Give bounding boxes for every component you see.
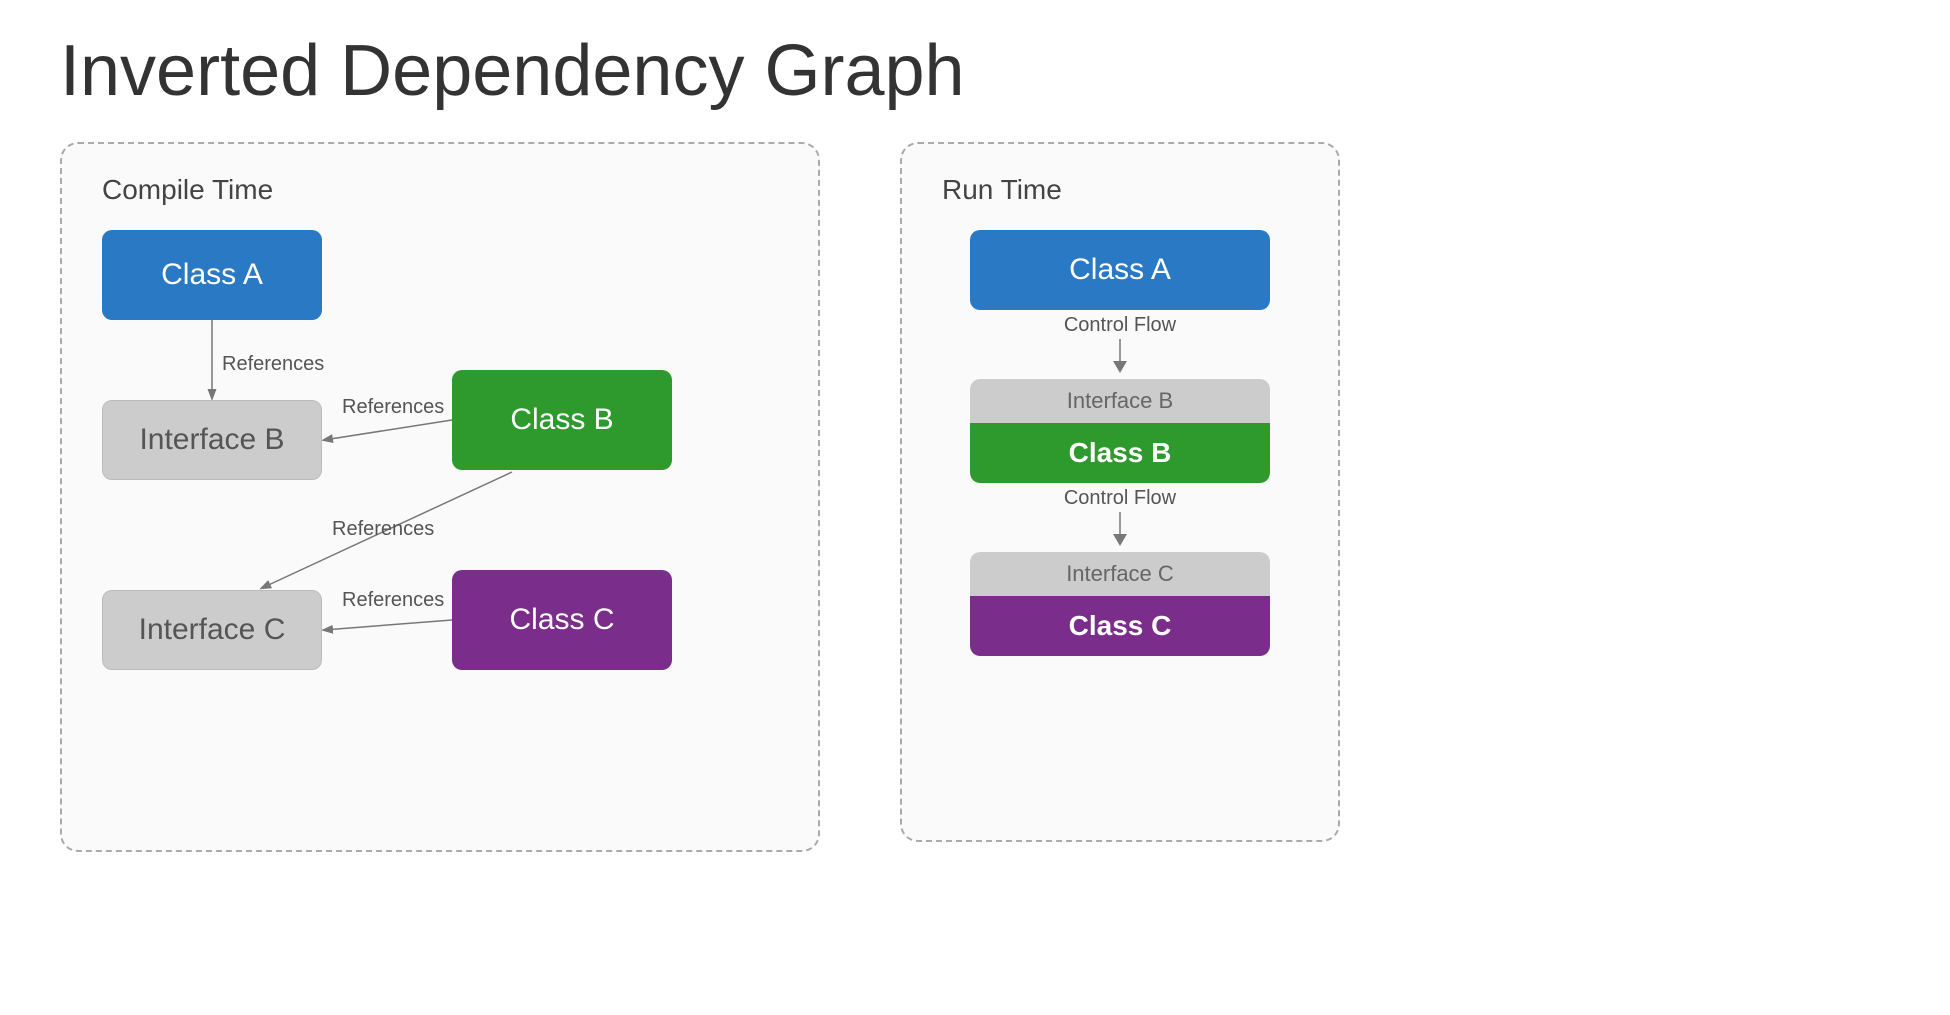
runtime-arrow2-icon <box>1105 512 1135 548</box>
compile-interfaceC-node: Interface C <box>102 590 322 670</box>
runtime-interfaceC-node: Interface C <box>970 552 1270 596</box>
diagrams-row: Compile Time References References Refer… <box>60 142 1890 852</box>
runtime-arrow2: Control Flow <box>1064 487 1176 548</box>
runtime-classB-node: Class B <box>970 423 1270 483</box>
compile-classB-node: Class B <box>452 370 672 470</box>
runtime-arrow1-icon <box>1105 339 1135 375</box>
compile-classC-node: Class C <box>452 570 672 670</box>
runtime-inner: Class A Control Flow Interface B Class B <box>942 230 1298 656</box>
runtime-label: Run Time <box>942 174 1298 206</box>
svg-text:References: References <box>342 396 444 418</box>
svg-text:References: References <box>222 353 324 375</box>
runtime-interfaceB-node: Interface B <box>970 379 1270 423</box>
compile-time-inner: References References References Referen… <box>102 230 762 810</box>
svg-text:References: References <box>342 589 444 611</box>
runtime-classA-node: Class A <box>970 230 1270 310</box>
page-title: Inverted Dependency Graph <box>60 30 1890 112</box>
svg-text:References: References <box>332 518 434 540</box>
compile-classA-node: Class A <box>102 230 322 320</box>
runtime-interfaceC-classC-stack: Interface C Class C <box>970 552 1270 656</box>
compile-time-label: Compile Time <box>102 174 778 206</box>
runtime-interfaceB-classB-stack: Interface B Class B <box>970 379 1270 483</box>
runtime-diagram: Run Time Class A Control Flow Interface … <box>900 142 1340 842</box>
runtime-arrow1: Control Flow <box>1064 314 1176 375</box>
runtime-classC-node: Class C <box>970 596 1270 656</box>
compile-time-diagram: Compile Time References References Refer… <box>60 142 820 852</box>
compile-interfaceB-node: Interface B <box>102 400 322 480</box>
